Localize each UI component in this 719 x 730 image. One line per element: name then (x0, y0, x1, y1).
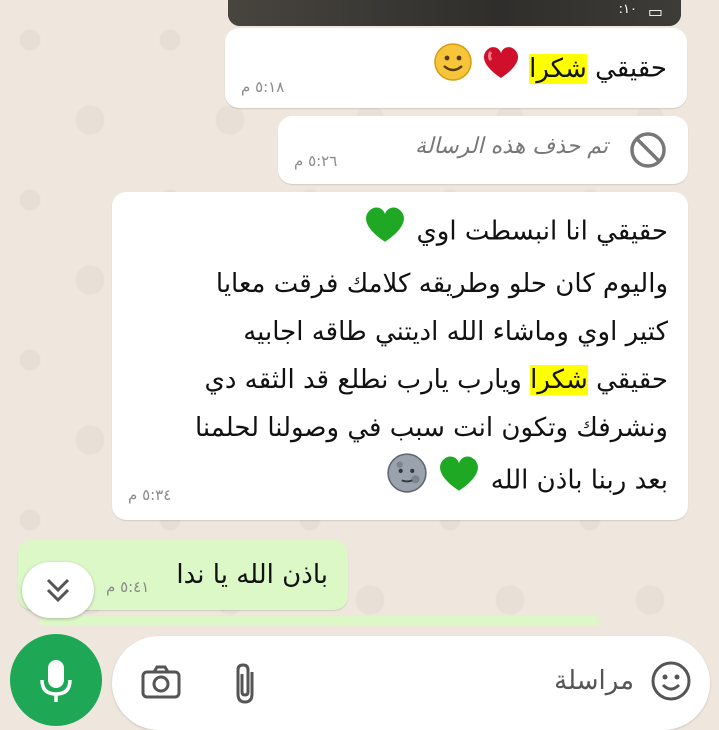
voice-record-button[interactable] (10, 634, 102, 726)
video-icon: ▭ (647, 2, 663, 21)
next-bubble-edge (40, 616, 600, 626)
message-text: حقيقي انا انبسطت اوي واليوم كان حلو وطري… (195, 204, 668, 510)
message-time: ٥:٣٤ م (128, 486, 172, 504)
scroll-to-bottom-button[interactable] (22, 562, 94, 618)
media-thumbnail[interactable]: :١٠ ▭ (228, 0, 681, 26)
message-composer[interactable] (112, 636, 710, 730)
double-chevron-down-icon (46, 578, 70, 603)
camera-icon[interactable] (140, 664, 182, 704)
green-heart-icon (362, 204, 408, 260)
message-bubble[interactable]: حقيقي انا انبسطت اوي واليوم كان حلو وطري… (112, 192, 688, 520)
mic-icon (40, 660, 72, 702)
message-time: ٥:٤١ م (106, 578, 150, 596)
heart-icon (481, 44, 521, 94)
deleted-message-text: تم حذف هذه الرسالة (415, 134, 608, 159)
green-heart-icon (436, 453, 482, 509)
moon-face-icon (386, 452, 428, 510)
message-bubble[interactable]: حقيقي شكرا ٥:١٨ م (225, 28, 687, 108)
message-text: باذن الله يا ندا (176, 560, 328, 590)
attach-icon[interactable] (232, 662, 262, 710)
smile-icon (433, 42, 473, 96)
deleted-message-bubble[interactable]: تم حذف هذه الرسالة ٥:٢٦ م (278, 116, 688, 184)
prohibited-icon (628, 130, 668, 170)
media-duration: :١٠ (618, 2, 637, 17)
message-input[interactable] (282, 658, 636, 704)
message-text: حقيقي شكرا (433, 42, 667, 96)
message-time: ٥:١٨ م (241, 78, 285, 96)
emoji-icon[interactable] (650, 660, 692, 706)
message-time: ٥:٢٦ م (294, 152, 338, 170)
